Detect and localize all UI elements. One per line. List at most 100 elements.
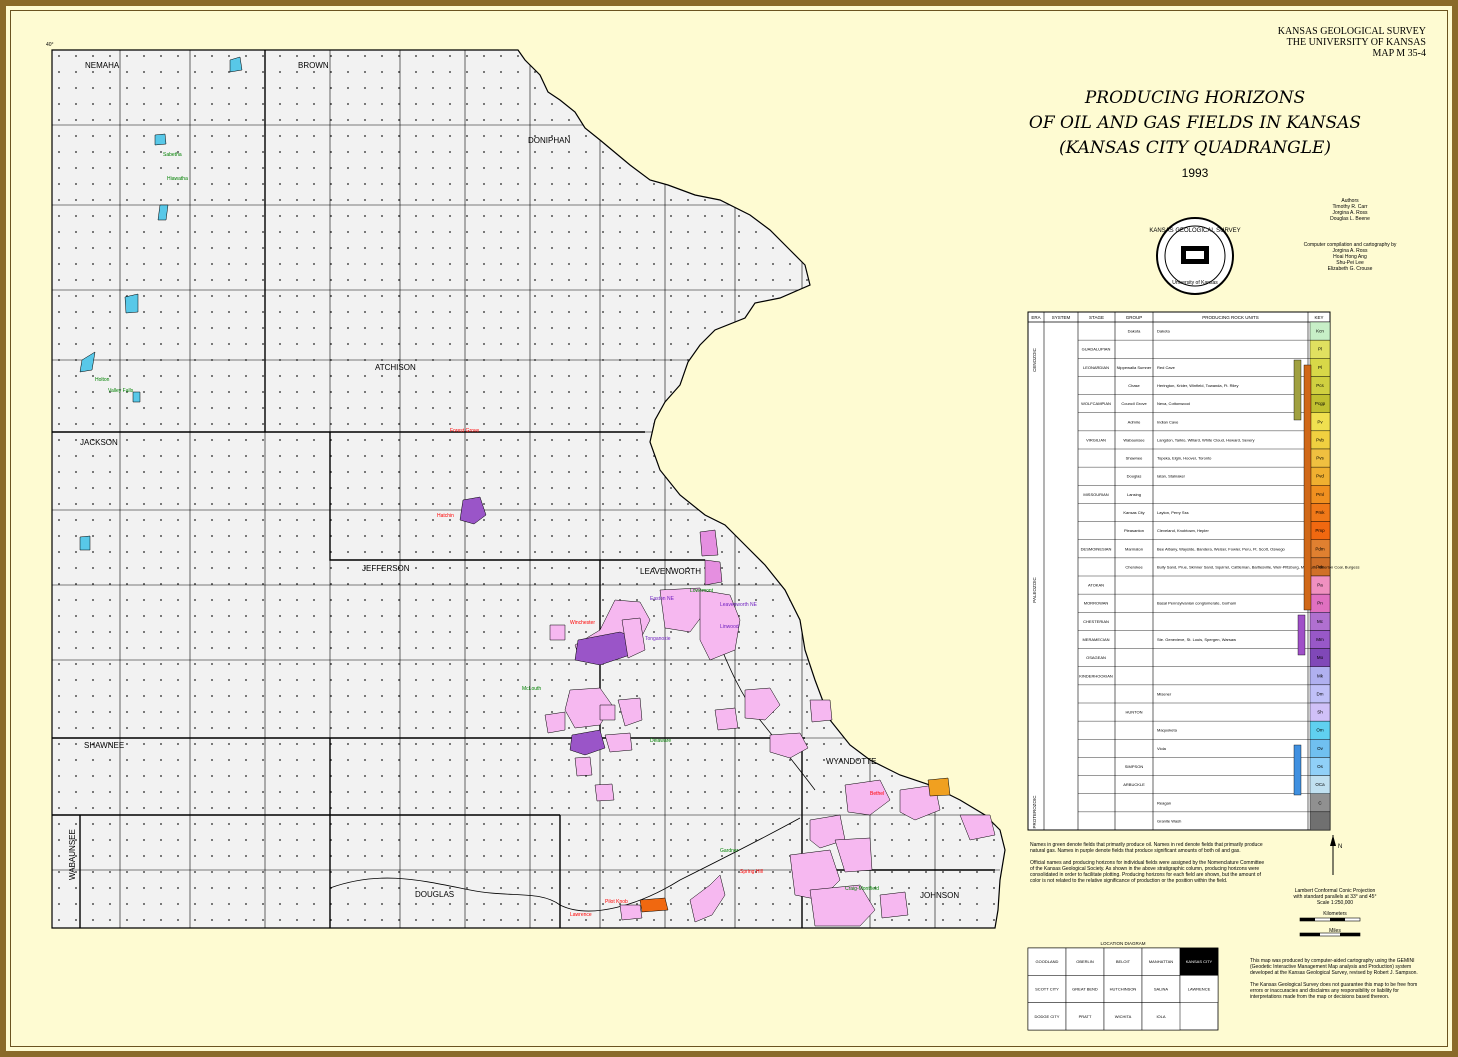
strat-group: Kansas City xyxy=(1123,510,1144,515)
location-cell-label: KANSAS CITY xyxy=(1186,959,1213,964)
strat-stage: VIRGILIAN xyxy=(1086,437,1106,442)
strat-key: OCa xyxy=(1315,782,1325,787)
strat-group: Nippewalla Sumner xyxy=(1117,365,1152,370)
corner-coordinate: 40° xyxy=(46,42,54,48)
strat-group: Wabaunsee xyxy=(1123,437,1145,442)
strat-key: Pcgp xyxy=(1315,401,1326,406)
strat-header: ERA xyxy=(1031,315,1040,320)
county-label: BROWN xyxy=(298,61,329,70)
strat-units: Ste. Genevieve, St. Louis, Spergen, Wars… xyxy=(1157,637,1236,642)
strat-key: Pvd xyxy=(1316,474,1324,479)
strat-group: Council Grove xyxy=(1121,401,1147,406)
projection-block: Lambert Conformal Conic Projection with … xyxy=(1270,888,1400,934)
strat-era: PROTEROZOIC xyxy=(1032,795,1037,829)
location-cell-label: GOODLAND xyxy=(1036,959,1059,964)
field-name: Hiawatha xyxy=(167,176,188,182)
strat-stage: KINDERHOOKIAN xyxy=(1079,673,1113,678)
county-label: JACKSON xyxy=(80,438,118,447)
field-name: Linwood xyxy=(720,624,739,630)
field-name: Craig-Montfield xyxy=(845,886,879,892)
strat-units: Herington, Krider, Winfield, Towanda, Ft… xyxy=(1157,383,1239,388)
scale-mi-label: Miles xyxy=(1329,928,1341,934)
strat-key: Pl xyxy=(1318,347,1322,352)
strat-stage: DESMOINESIAN xyxy=(1081,546,1112,551)
county-label: WYANDOTTE xyxy=(826,757,877,766)
note-nomenclature: Official names and producing horizons fo… xyxy=(1030,860,1265,884)
county-label: DONIPHAN xyxy=(528,136,570,145)
strat-key: Pa xyxy=(1317,583,1323,588)
strat-units: Bully Sand, Prue, Skinner Sand, Squirrel… xyxy=(1157,564,1359,569)
location-cell-label: BELOIT xyxy=(1116,959,1131,964)
location-diagram: LOCATION DIAGRAM GOODLAND OBERLIN BELOIT MAN… xyxy=(1027,941,1219,1031)
county-label: LEAVENWORTH xyxy=(640,567,701,576)
disclaimer-liability: The Kansas Geological Survey does not gu… xyxy=(1250,982,1418,1000)
seal-subtext: University of Kansas xyxy=(1172,280,1218,286)
county-label: DOUGLAS xyxy=(415,890,454,899)
strat-header: PRODUCING ROCK UNITS xyxy=(1202,315,1259,320)
field-name: Holton xyxy=(95,377,110,383)
location-cell-label: DODGE CITY xyxy=(1035,1014,1060,1019)
authors-block: Authors Timothy R. Carr Jorgina A. Ross … xyxy=(1300,198,1400,222)
strat-units: Misener xyxy=(1157,691,1172,696)
strat-group: Pleasanton xyxy=(1124,528,1144,533)
strat-key: Pcs xyxy=(1316,383,1324,388)
strat-key: Pdm xyxy=(1315,546,1325,551)
strat-stage: GUADALUPIAN xyxy=(1082,347,1111,352)
strat-group: Dakota xyxy=(1128,329,1141,334)
field-name: Hatchin xyxy=(437,513,454,519)
strat-units: Langdon, Tarkio, Willard, White Cloud, H… xyxy=(1157,437,1255,442)
disclaimer-block: This map was produced by computer-aided … xyxy=(1250,958,1425,1000)
location-cell-label: GREAT BEND xyxy=(1072,987,1098,992)
strat-stage: OSAGEAN xyxy=(1086,655,1106,660)
location-cell-label: HUTCHINSON xyxy=(1110,987,1137,992)
projection-scale: Scale 1:250,000 xyxy=(1316,900,1354,906)
location-cell-label: LAWRENCE xyxy=(1188,987,1211,992)
field-name: Sabetha xyxy=(163,152,182,158)
strat-key: Sh xyxy=(1317,710,1323,715)
strat-group: Marmaton xyxy=(1125,546,1143,551)
field-name: Valley Falls xyxy=(108,388,134,394)
strat-stage: MORROWAN xyxy=(1084,601,1109,606)
north-arrow-icon: N xyxy=(1330,835,1342,875)
field-name: McLouth xyxy=(522,686,541,692)
strat-units: Bee Albany, Wayside, Bandera, Weiser, Fo… xyxy=(1157,546,1286,551)
strat-era: CENOZOIC xyxy=(1032,347,1037,372)
strat-units: Viola xyxy=(1157,746,1167,751)
strat-key: Pv xyxy=(1317,419,1323,424)
strat-units: Topeka, Elgin, Hoover, Toronto xyxy=(1157,456,1212,461)
svg-text:N: N xyxy=(1338,844,1342,850)
seal-text: KANSAS GEOLOGICAL SURVEY xyxy=(1149,228,1240,234)
strat-key: Mk xyxy=(1317,673,1324,678)
county-label: JOHNSON xyxy=(920,891,959,900)
strat-units: Dakota xyxy=(1157,329,1170,334)
strat-units: Maquoketa xyxy=(1157,728,1178,733)
field-name: Gardner xyxy=(720,848,739,854)
strat-key: Mc xyxy=(1317,619,1324,624)
field-name: Delaware xyxy=(650,738,671,744)
strat-header: GROUP xyxy=(1126,315,1143,320)
strat-header: SYSTEM xyxy=(1052,315,1071,320)
location-cell-label: OBERLIN xyxy=(1076,959,1094,964)
strat-key: Mm xyxy=(1316,637,1324,642)
county-label: JEFFERSON xyxy=(362,564,410,573)
scale-km-label: Kilometers xyxy=(1323,911,1347,917)
strat-key: Pvs xyxy=(1316,456,1324,461)
strat-units: Indian Cave xyxy=(1157,419,1179,424)
field-name: Easton NE xyxy=(650,596,675,602)
field-name: Spring Hill xyxy=(740,869,763,875)
county-label: ATCHISON xyxy=(375,363,416,372)
compilation-block: Computer compilation and cartography by … xyxy=(1298,242,1402,272)
strat-key: Mo xyxy=(1317,655,1324,660)
author-3: Douglas L. Beene xyxy=(1330,216,1370,222)
strat-stage: MISSOURIAN xyxy=(1083,492,1108,497)
strat-units: Reagan xyxy=(1157,800,1171,805)
strat-units: Neva, Cottonwood xyxy=(1157,401,1190,406)
location-cell-label: SCOTT CITY xyxy=(1035,987,1059,992)
county-label: WABAUNSEE xyxy=(68,829,77,880)
field-name: Lawrence xyxy=(570,912,592,918)
strat-units: Basal Pennsylvanian conglomerate, Gorham xyxy=(1157,601,1237,606)
disclaimer-cartography: This map was produced by computer-aided … xyxy=(1250,958,1418,976)
field-name: Tonganoxie xyxy=(645,636,671,642)
field-name: Bethel xyxy=(870,791,884,797)
notes-block: Names in green denote fields that primar… xyxy=(1030,842,1265,884)
